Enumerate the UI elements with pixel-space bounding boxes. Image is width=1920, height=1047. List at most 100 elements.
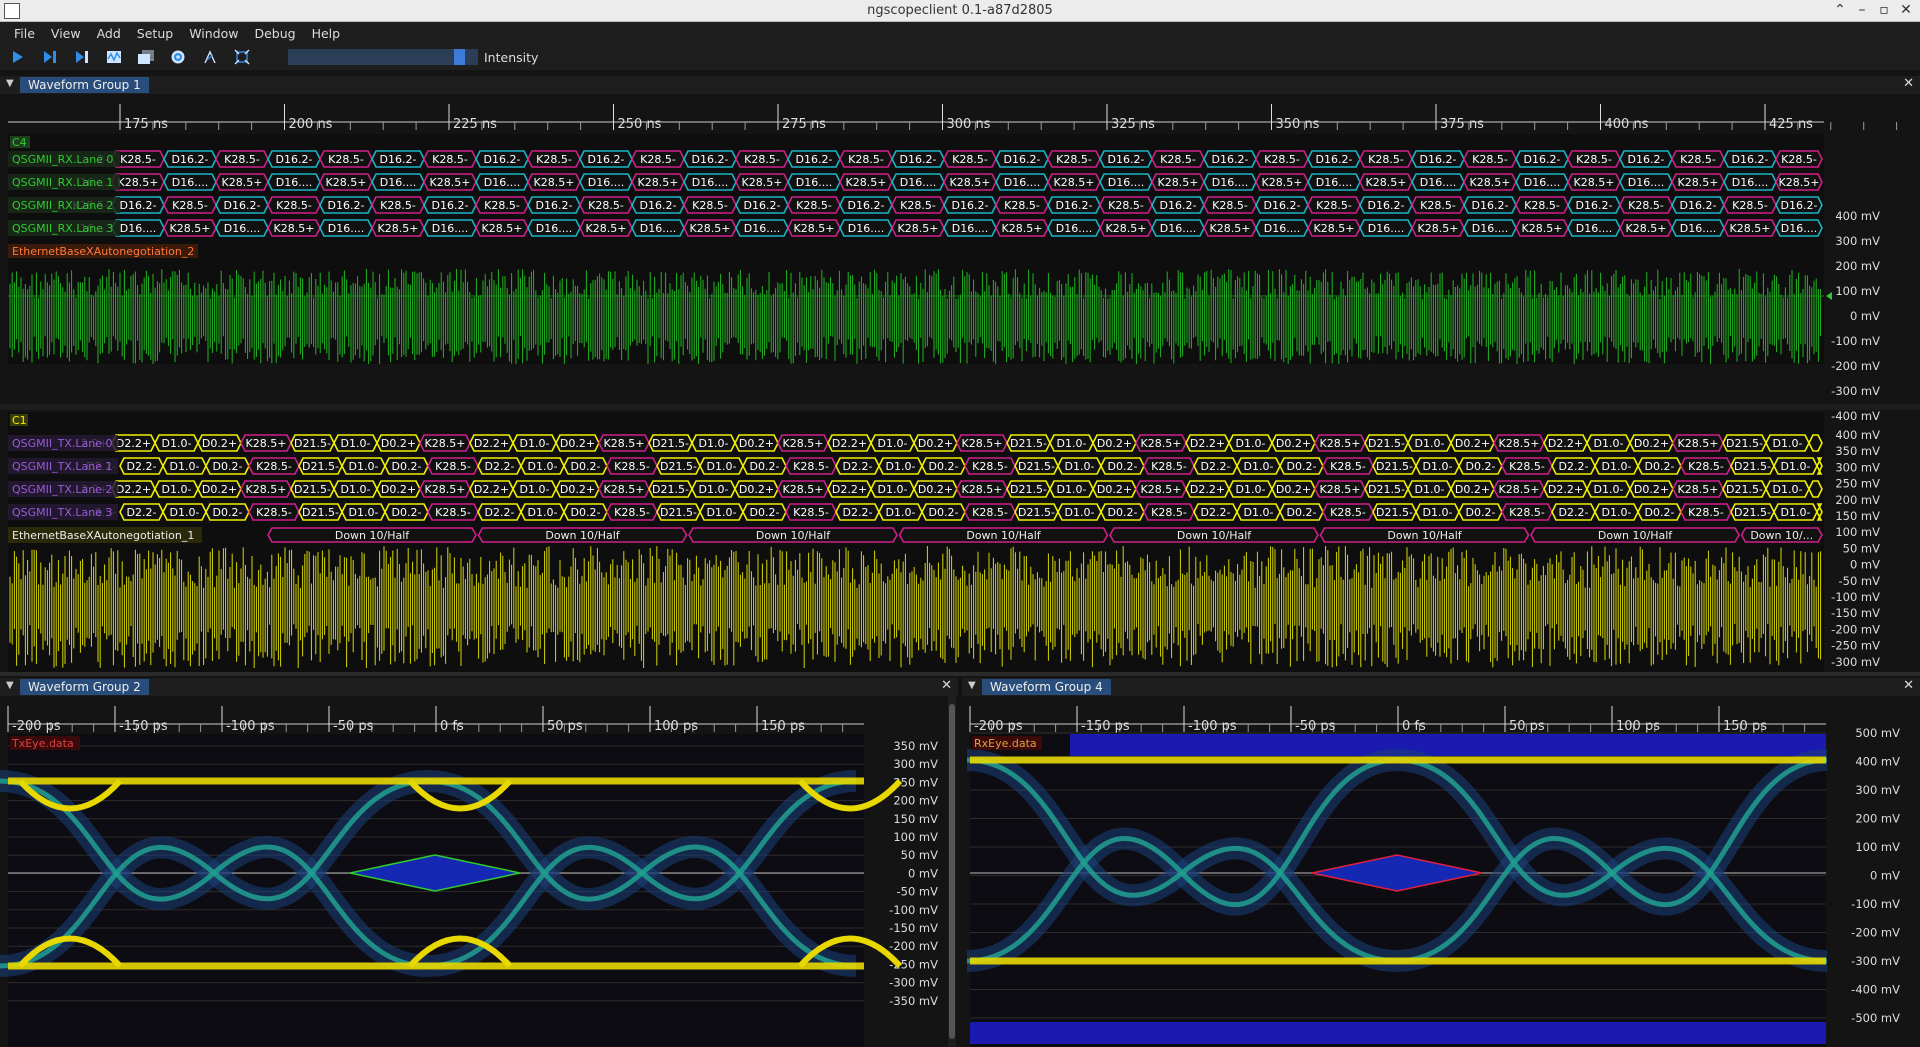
decode-cell-label: D16.2- (172, 153, 209, 166)
decode-cell-label: D16.2- (1108, 153, 1145, 166)
menu-window[interactable]: Window (181, 26, 246, 41)
decode-cell-label: K28.5- (1151, 460, 1187, 473)
tab-waveform-group-1[interactable]: Waveform Group 1 (20, 77, 149, 93)
voltage-tick-label: 200 mV (893, 794, 938, 808)
decode-cell-label: K28.5+ (1320, 483, 1361, 496)
decode-cell-label: D16.2- (276, 153, 313, 166)
decode-cell-label: D16.... (1472, 222, 1508, 235)
decode-cell-label: D2.2- (843, 460, 873, 473)
decode-cell-label: K28.5+ (783, 437, 824, 450)
close-icon[interactable]: ✕ (941, 678, 952, 693)
decode-cell-label: K28.5+ (950, 176, 991, 189)
decode-cell-label: D16.... (432, 222, 468, 235)
decode-lane-label: QSGMII_TX.Lane 0 (12, 437, 113, 450)
close-icon[interactable]: ✕ (1903, 678, 1914, 693)
window-close-icon[interactable]: ✕ (1896, 2, 1916, 18)
menu-help[interactable]: Help (304, 26, 349, 41)
intensity-slider-handle[interactable] (453, 49, 465, 65)
voltage-tick-label: -200 mV (1851, 926, 1900, 940)
decode-cell-label: K28.5+ (1678, 437, 1719, 450)
collapse-arrow-icon[interactable]: ▼ (6, 680, 14, 691)
decode-cell-label: D21.5- (1376, 460, 1413, 473)
decode-cell-label: D16.... (1368, 222, 1404, 235)
decode-cell-label: D16.... (1108, 176, 1144, 189)
time-tick-label: -200 ps (974, 719, 1023, 734)
decode-cell-label: D16.... (952, 222, 988, 235)
voltage-tick-label: 100 mV (1855, 840, 1900, 854)
force-trigger-icon[interactable] (72, 47, 92, 67)
decode-cell-label: D1.0- (520, 483, 550, 496)
decode-cell-label: K28.5+ (1499, 483, 1540, 496)
decode-cell-label: D16.2- (1524, 153, 1561, 166)
group4-eye-plot[interactable]: -200 ps -150 ps -100 ps -50 ps 0 fs 50 ps 100 … (962, 696, 1920, 1047)
decode-cell-label: D1.0- (878, 437, 908, 450)
decode-cell-label: K28.5- (972, 506, 1008, 519)
menu-add[interactable]: Add (89, 26, 129, 41)
voltage-tick-label: 50 mV (1843, 541, 1880, 555)
window-minimize-icon[interactable]: – (1852, 2, 1872, 18)
decode-cell-label: D1.0- (349, 460, 379, 473)
vertical-scrollbar[interactable] (948, 696, 956, 1047)
decode-cell-label: D16.2- (848, 199, 885, 212)
single-trigger-icon[interactable] (40, 47, 60, 67)
menu-debug[interactable]: Debug (246, 26, 303, 41)
group2-tab-row: ▼ Waveform Group 2 ✕ (0, 678, 958, 696)
time-tick-label: 350 ns (1276, 117, 1320, 132)
group1-plot-area[interactable]: 175 ns 200 ns 225 ns 250 ns 275 ns 300 ns 325 … (0, 94, 1920, 672)
decode-cell-label: D0.2- (213, 460, 243, 473)
decode-cell-label: K28.5- (1420, 199, 1456, 212)
decode-cell-label: D0.2+ (202, 437, 237, 450)
window-title: ngscopeclient 0.1-a87d2805 (867, 3, 1053, 18)
decode-cell-label: D0.2+ (560, 437, 595, 450)
cursor-icon[interactable] (200, 47, 220, 67)
horizontal-splitter[interactable] (0, 672, 1920, 676)
settings-gear-icon[interactable] (168, 47, 188, 67)
decode-cell-label: D16.2- (328, 199, 365, 212)
decode-cell-label: D16.... (1056, 222, 1092, 235)
voltage-tick-label: 300 mV (893, 757, 938, 771)
decode-cell-label: D16.2- (1160, 199, 1197, 212)
decode-cell-label: D1.0- (170, 460, 200, 473)
decode-cell-label: K28.5- (972, 460, 1008, 473)
window-collapse-icon[interactable]: ⌃ (1830, 2, 1850, 18)
decode-cell-label: K28.5+ (1210, 222, 1251, 235)
decode-cell-label: D21.5- (1376, 506, 1413, 519)
decode-cell-label: D2.2+ (116, 483, 151, 496)
decode-cell-label: D16.... (692, 176, 728, 189)
channel-c4-label: C4 (12, 136, 27, 149)
tab-waveform-group-2[interactable]: Waveform Group 2 (20, 679, 149, 695)
decode-cell-label: D1.0- (341, 483, 371, 496)
decode-cell-label: K28.5- (435, 460, 471, 473)
scrollbar-thumb[interactable] (949, 704, 955, 1039)
timebase-icon[interactable] (104, 47, 124, 67)
time-tick-label: 50 ps (1509, 719, 1545, 734)
decode-cell-label: D0.2+ (202, 483, 237, 496)
menu-file[interactable]: File (6, 26, 43, 41)
decode-cell-label: D21.5- (652, 483, 689, 496)
decode-cell-label: D0.2+ (739, 437, 774, 450)
collapse-arrow-icon[interactable]: ▼ (6, 78, 14, 89)
zoom-fit-icon[interactable] (232, 47, 252, 67)
tab-waveform-group-4[interactable]: Waveform Group 4 (982, 679, 1111, 695)
voltage-tick-label: 100 mV (1835, 525, 1880, 539)
close-icon[interactable]: ✕ (1903, 76, 1914, 91)
decode-cell-label: K28.5+ (962, 483, 1003, 496)
decode-lane-label: QSGMII_RX.Lane 3 (12, 222, 113, 235)
run-icon[interactable] (8, 47, 28, 67)
intensity-slider[interactable] (288, 49, 478, 65)
collapse-arrow-icon[interactable]: ▼ (968, 680, 976, 691)
decode-cell-label: K28.5- (435, 506, 471, 519)
group2-eye-plot[interactable]: -200 ps -150 ps -100 ps -50 ps 0 fs 50 ps 100 … (0, 696, 958, 1047)
menu-view[interactable]: View (43, 26, 89, 41)
history-icon[interactable] (136, 47, 156, 67)
decode-cell-label: D1.0- (1781, 506, 1811, 519)
decode-cell-label: D16.2- (1628, 153, 1665, 166)
menu-setup[interactable]: Setup (129, 26, 181, 41)
decode-cell-label: D0.2+ (918, 483, 953, 496)
decode-cell-label: D1.0- (1065, 460, 1095, 473)
decode-cell-label: K28.5- (328, 153, 364, 166)
voltage-tick-label: 200 mV (1835, 493, 1880, 507)
decode-cell-label: K28.5- (1108, 199, 1144, 212)
window-maximize-icon[interactable]: ▫ (1874, 2, 1894, 18)
decode-cell-label: K28.5+ (783, 483, 824, 496)
